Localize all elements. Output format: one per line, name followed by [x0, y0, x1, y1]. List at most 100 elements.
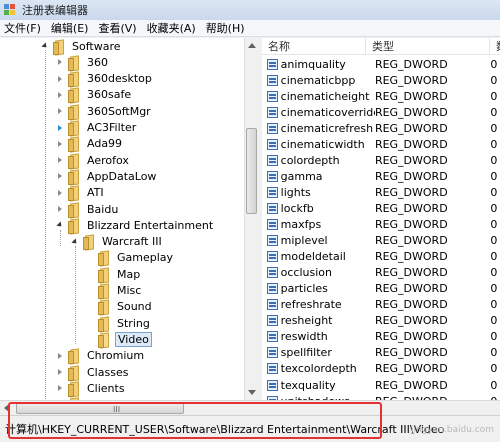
collapse-arrow-icon[interactable]	[55, 383, 65, 393]
reg-dword-icon	[267, 315, 278, 327]
value-row[interactable]: lights REG_DWORD 0	[262, 184, 500, 200]
value-row[interactable]: spellfilter REG_DWORD 0	[262, 345, 500, 361]
value-row[interactable]: miplevel REG_DWORD 0	[262, 233, 500, 249]
folder-icon	[68, 203, 80, 218]
value-row[interactable]: cinematicwidth REG_DWORD 0	[262, 136, 500, 152]
reg-dword-icon	[267, 363, 278, 375]
collapse-arrow-icon[interactable]	[55, 106, 65, 116]
window-title: 注册表编辑器	[22, 4, 88, 17]
scroll-left-icon[interactable]	[4, 404, 9, 412]
value-row[interactable]: refreshrate REG_DWORD 0	[262, 297, 500, 313]
tree-item[interactable]: 360desktop	[55, 71, 154, 88]
value-row[interactable]: reswidth REG_DWORD 0	[262, 329, 500, 345]
collapse-arrow-icon[interactable]	[55, 351, 65, 361]
tree-item[interactable]: Sound	[85, 299, 154, 316]
tree-item-label: Video	[115, 331, 152, 347]
horizontal-scroll-thumb[interactable]: III	[16, 403, 184, 414]
value-row[interactable]: particles REG_DWORD 0	[262, 281, 500, 297]
tree-item[interactable]: 360	[55, 54, 110, 71]
tree-item[interactable]: Blizzard Entertainment	[55, 217, 215, 234]
collapse-arrow-icon[interactable]	[55, 74, 65, 84]
reg-dword-icon	[267, 283, 278, 295]
collapse-arrow-icon[interactable]	[55, 139, 65, 149]
collapse-arrow-icon[interactable]	[55, 188, 65, 198]
value-row[interactable]: animquality REG_DWORD 0	[262, 56, 500, 72]
value-row[interactable]: lockfb REG_DWORD 0	[262, 200, 500, 216]
scroll-up-icon[interactable]	[248, 43, 256, 48]
column-header-data[interactable]: 数	[490, 38, 500, 55]
menu-view[interactable]: 查看(V)	[98, 20, 136, 36]
tree-item[interactable]: AC3Filter	[55, 120, 138, 136]
menu-file[interactable]: 文件(F)	[4, 20, 41, 36]
tree-item-label: Gameplay	[117, 251, 174, 265]
tree-item[interactable]: ATI	[55, 185, 106, 202]
reg-dword-icon	[267, 299, 278, 311]
value-row[interactable]: cinematicrefresh REG_DWORD 0	[262, 120, 500, 136]
value-row[interactable]: cinematicheight REG_DWORD 0	[262, 88, 500, 104]
tree-item-label: Misc	[117, 284, 142, 297]
tree-item-label: Map	[117, 267, 141, 281]
value-row[interactable]: maxfps REG_DWORD 0	[262, 217, 500, 233]
menu-edit[interactable]: 编辑(E)	[51, 20, 89, 36]
tree-item[interactable]: Chromium	[55, 348, 146, 365]
value-data: 0	[490, 137, 498, 151]
value-row[interactable]: cinematicbpp REG_DWORD 0	[262, 72, 500, 88]
value-name: particles	[280, 282, 328, 296]
menu-favorites[interactable]: 收藏夹(A)	[147, 20, 196, 36]
value-row[interactable]: unitshadowsREG_DWORD0	[262, 393, 500, 400]
value-name: cinematicwidth	[280, 137, 365, 151]
value-row[interactable]: colordepth REG_DWORD 0	[262, 152, 500, 168]
collapse-arrow-icon[interactable]	[55, 155, 65, 165]
collapse-arrow-icon[interactable]	[55, 90, 65, 100]
value-row[interactable]: modeldetail REG_DWORD 0	[262, 249, 500, 265]
column-header-name[interactable]: 名称	[262, 38, 366, 55]
folder-icon	[68, 366, 80, 381]
tree-item[interactable]: Baidu	[55, 201, 120, 218]
tree-item[interactable]: String	[85, 315, 152, 332]
tree-item[interactable]: Gameplay	[85, 250, 175, 267]
value-row[interactable]: cinematicoverridesREG_DWORD 0	[262, 104, 500, 120]
tree-item[interactable]: Warcraft III	[70, 234, 164, 251]
tree-item[interactable]: Clients	[55, 380, 127, 397]
value-row[interactable]: gamma REG_DWORD 0	[262, 168, 500, 184]
tree-item[interactable]: Video	[85, 331, 152, 348]
value-row[interactable]: occlusion REG_DWORD 0	[262, 265, 500, 281]
reg-dword-icon	[267, 379, 278, 391]
value-type: REG_DWORD	[374, 282, 448, 296]
reg-dword-icon	[267, 122, 278, 134]
collapse-arrow-icon[interactable]	[55, 57, 65, 67]
tree-horizontal-scrollbar[interactable]: III	[0, 400, 500, 415]
collapse-arrow-icon[interactable]	[55, 123, 65, 133]
folder-icon	[68, 382, 80, 397]
value-row[interactable]: texcolordepth REG_DWORD 0	[262, 361, 500, 377]
tree-item[interactable]: Ada99	[55, 136, 124, 153]
value-data: 0	[490, 169, 498, 183]
tree-item[interactable]: AppDataLow	[55, 168, 158, 185]
scroll-down-icon[interactable]	[248, 390, 256, 395]
tree-item[interactable]: Software	[40, 38, 123, 55]
value-data: 0	[490, 314, 498, 328]
value-row[interactable]: texquality REG_DWORD 0	[262, 377, 500, 393]
tree-guide-line	[60, 229, 61, 246]
column-header-type[interactable]: 类型	[366, 38, 490, 55]
tree-item[interactable]: Aerofox	[55, 152, 131, 169]
value-row[interactable]: resheight REG_DWORD 0	[262, 313, 500, 329]
tree-item[interactable]: Misc	[85, 283, 143, 299]
folder-icon	[68, 154, 80, 169]
tree-vertical-scrollbar[interactable]	[244, 38, 258, 400]
tree-item[interactable]: 360SoftMgr	[55, 103, 153, 120]
registry-key-tree[interactable]: Software 360 360desktop 360safe 360SoftMgr AC…	[0, 38, 258, 400]
scroll-thumb[interactable]	[246, 128, 257, 214]
tree-item[interactable]: Classes	[55, 364, 130, 381]
tree-item[interactable]: 360safe	[55, 87, 133, 104]
collapse-arrow-icon[interactable]	[55, 171, 65, 181]
menu-help[interactable]: 帮助(H)	[206, 20, 245, 36]
collapse-arrow-icon[interactable]	[55, 367, 65, 377]
collapse-arrow-icon[interactable]	[55, 204, 65, 214]
value-type: REG_DWORD	[374, 266, 448, 280]
tree-item[interactable]: Map	[85, 266, 142, 283]
value-data: 0	[490, 346, 498, 360]
value-type: REG_DWORD	[374, 346, 448, 360]
value-name: spellfilter	[280, 346, 332, 360]
